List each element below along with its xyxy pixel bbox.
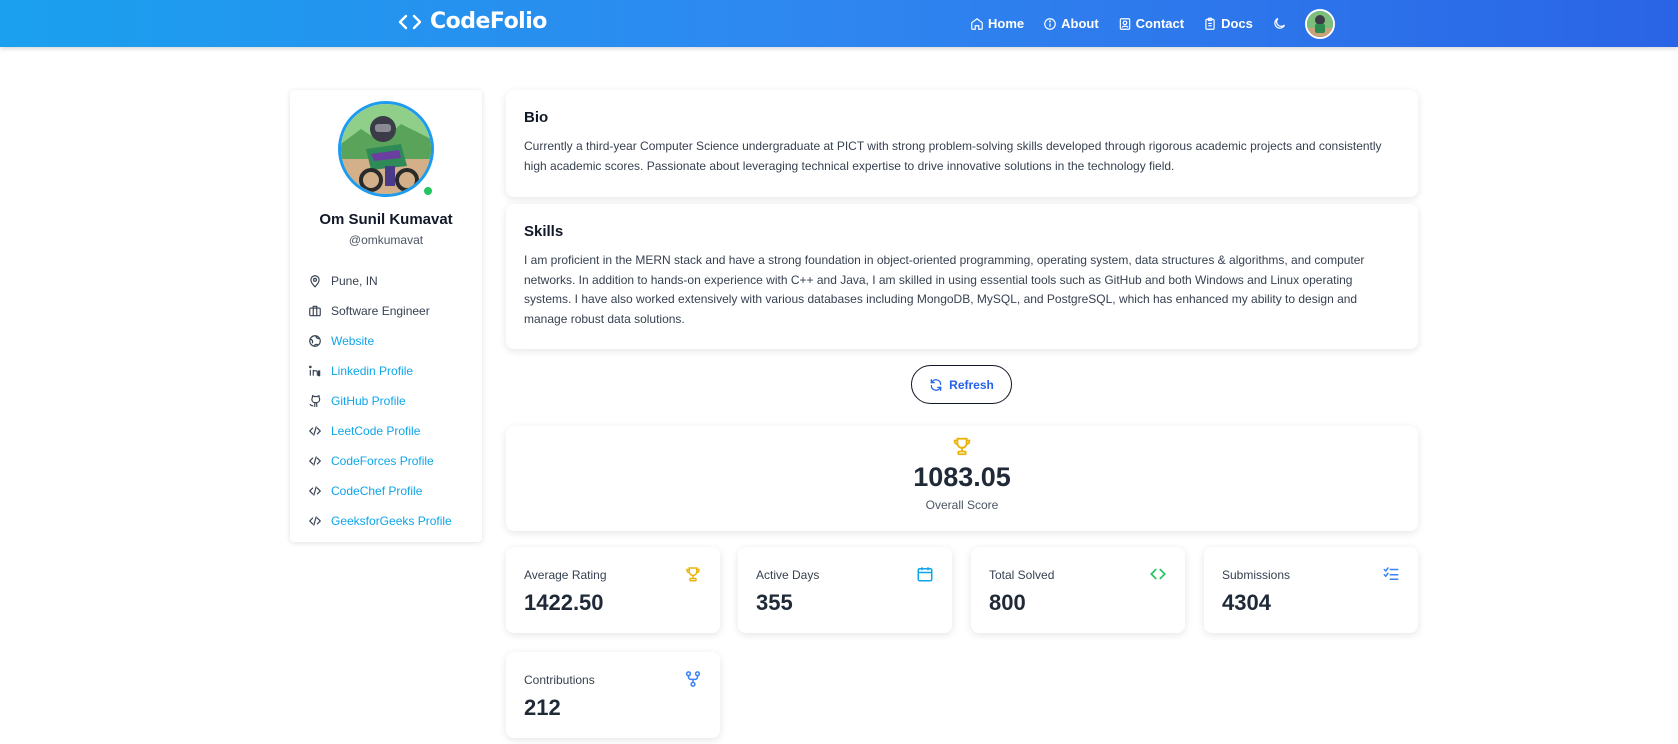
- profile-avatar: [338, 101, 434, 197]
- stat-card-total-solved: Total Solved 800: [971, 547, 1185, 633]
- website-link-label[interactable]: Website: [331, 334, 374, 348]
- refresh-icon: [930, 378, 942, 391]
- nav-contact[interactable]: Contact: [1118, 16, 1184, 31]
- bio-title: Bio: [524, 109, 549, 126]
- git-fork-icon: [685, 671, 701, 687]
- refresh-button[interactable]: Refresh: [911, 365, 1012, 404]
- role-text: Software Engineer: [331, 304, 430, 318]
- profile-sidebar: Om Sunil Kumavat @omkumavat Pune, IN Sof…: [290, 90, 482, 542]
- stat-card-average-rating: Average Rating 1422.50: [506, 547, 720, 633]
- info-location: Pune, IN: [308, 266, 478, 296]
- nav-about[interactable]: About: [1043, 16, 1099, 31]
- avatar-image: [1306, 10, 1333, 37]
- leetcode-link[interactable]: LeetCode Profile: [308, 416, 478, 446]
- stat-label: Total Solved: [989, 568, 1055, 582]
- overall-score-value: 1083.05: [913, 462, 1011, 492]
- nav-about-label: About: [1061, 16, 1099, 31]
- leetcode-link-label[interactable]: LeetCode Profile: [331, 424, 420, 438]
- nav-home[interactable]: Home: [970, 16, 1024, 31]
- geeksforgeeks-link-label[interactable]: GeeksforGeeks Profile: [331, 514, 452, 528]
- code-icon: [1150, 568, 1166, 580]
- nav-home-label: Home: [988, 16, 1025, 31]
- skills-title: Skills: [524, 223, 564, 240]
- linkedin-link[interactable]: Linkedin Profile: [308, 356, 478, 386]
- top-navbar: CodeFolio Home About Contact Docs: [0, 0, 1678, 47]
- stat-label: Submissions: [1222, 568, 1291, 582]
- geeksforgeeks-link[interactable]: GeeksforGeeks Profile: [308, 506, 478, 536]
- nav-links: Home About Contact Docs: [970, 0, 1335, 47]
- profile-name: Om Sunil Kumavat: [319, 211, 453, 228]
- map-pin-icon: [310, 275, 320, 288]
- stat-card-active-days: Active Days 355: [738, 547, 952, 633]
- home-icon: [971, 17, 983, 30]
- brand-name: CodeFolio: [430, 9, 547, 34]
- nav-docs-label: Docs: [1221, 16, 1253, 31]
- stat-value: 4304: [1222, 590, 1271, 615]
- linkedin-link-label[interactable]: Linkedin Profile: [331, 364, 413, 378]
- code-icon: [308, 516, 322, 526]
- trophy-icon: [953, 437, 971, 456]
- github-icon: [309, 395, 321, 407]
- code-icon: [308, 426, 322, 436]
- location-text: Pune, IN: [331, 274, 378, 288]
- website-link[interactable]: Website: [308, 326, 478, 356]
- theme-toggle[interactable]: [1272, 16, 1287, 31]
- info-role: Software Engineer: [308, 296, 478, 326]
- overall-score-label: Overall Score: [925, 498, 999, 512]
- stat-card-contributions: Contributions 212: [506, 652, 720, 738]
- contact-icon: [1119, 17, 1130, 30]
- calendar-icon: [917, 567, 933, 582]
- code-icon: [308, 486, 322, 496]
- skills-card: Skills I am proficient in the MERN stack…: [506, 204, 1418, 349]
- linkedin-icon: [308, 365, 321, 377]
- clipboard-icon: [1205, 17, 1215, 30]
- nav-user-avatar[interactable]: [1304, 8, 1335, 39]
- profile-handle: @omkumavat: [348, 233, 424, 247]
- profile-info-list: Pune, IN Software Engineer Website Linke…: [308, 266, 478, 536]
- codeforces-link-label[interactable]: CodeForces Profile: [331, 454, 434, 468]
- overall-score-card: 1083.05 Overall Score: [506, 426, 1418, 531]
- codeforces-link[interactable]: CodeForces Profile: [308, 446, 478, 476]
- brand-logo[interactable]: CodeFolio: [398, 9, 547, 34]
- nav-contact-label: Contact: [1135, 16, 1185, 31]
- codechef-link[interactable]: CodeChef Profile: [308, 476, 478, 506]
- stat-value: 212: [524, 695, 561, 720]
- skills-text: I am proficient in the MERN stack and ha…: [524, 253, 1365, 326]
- avatar-image: [341, 104, 431, 194]
- briefcase-icon: [309, 305, 321, 317]
- github-link-label[interactable]: GitHub Profile: [331, 394, 406, 408]
- profile-avatar-wrap: [338, 101, 434, 197]
- nav-docs[interactable]: Docs: [1203, 16, 1253, 31]
- moon-icon: [1274, 17, 1285, 29]
- refresh-label: Refresh: [949, 377, 994, 392]
- trophy-icon: [686, 567, 700, 582]
- stat-label: Average Rating: [524, 568, 607, 582]
- codechef-link-label[interactable]: CodeChef Profile: [331, 484, 422, 498]
- stat-value: 1422.50: [524, 590, 604, 615]
- stat-card-submissions: Submissions 4304: [1204, 547, 1418, 633]
- stat-value: 800: [989, 590, 1026, 615]
- info-icon: [1044, 17, 1056, 30]
- stat-label: Contributions: [524, 673, 595, 687]
- bio-text: Currently a third-year Computer Science …: [524, 139, 1382, 173]
- bio-card: Bio Currently a third-year Computer Scie…: [506, 90, 1418, 197]
- code-icon: [308, 456, 322, 466]
- stat-value: 355: [756, 590, 793, 615]
- globe-icon: [309, 335, 321, 347]
- list-check-icon: [1383, 567, 1399, 580]
- stat-label: Active Days: [756, 568, 820, 582]
- online-status-dot: [422, 185, 434, 197]
- code-brackets-icon: [398, 14, 422, 29]
- github-link[interactable]: GitHub Profile: [308, 386, 478, 416]
